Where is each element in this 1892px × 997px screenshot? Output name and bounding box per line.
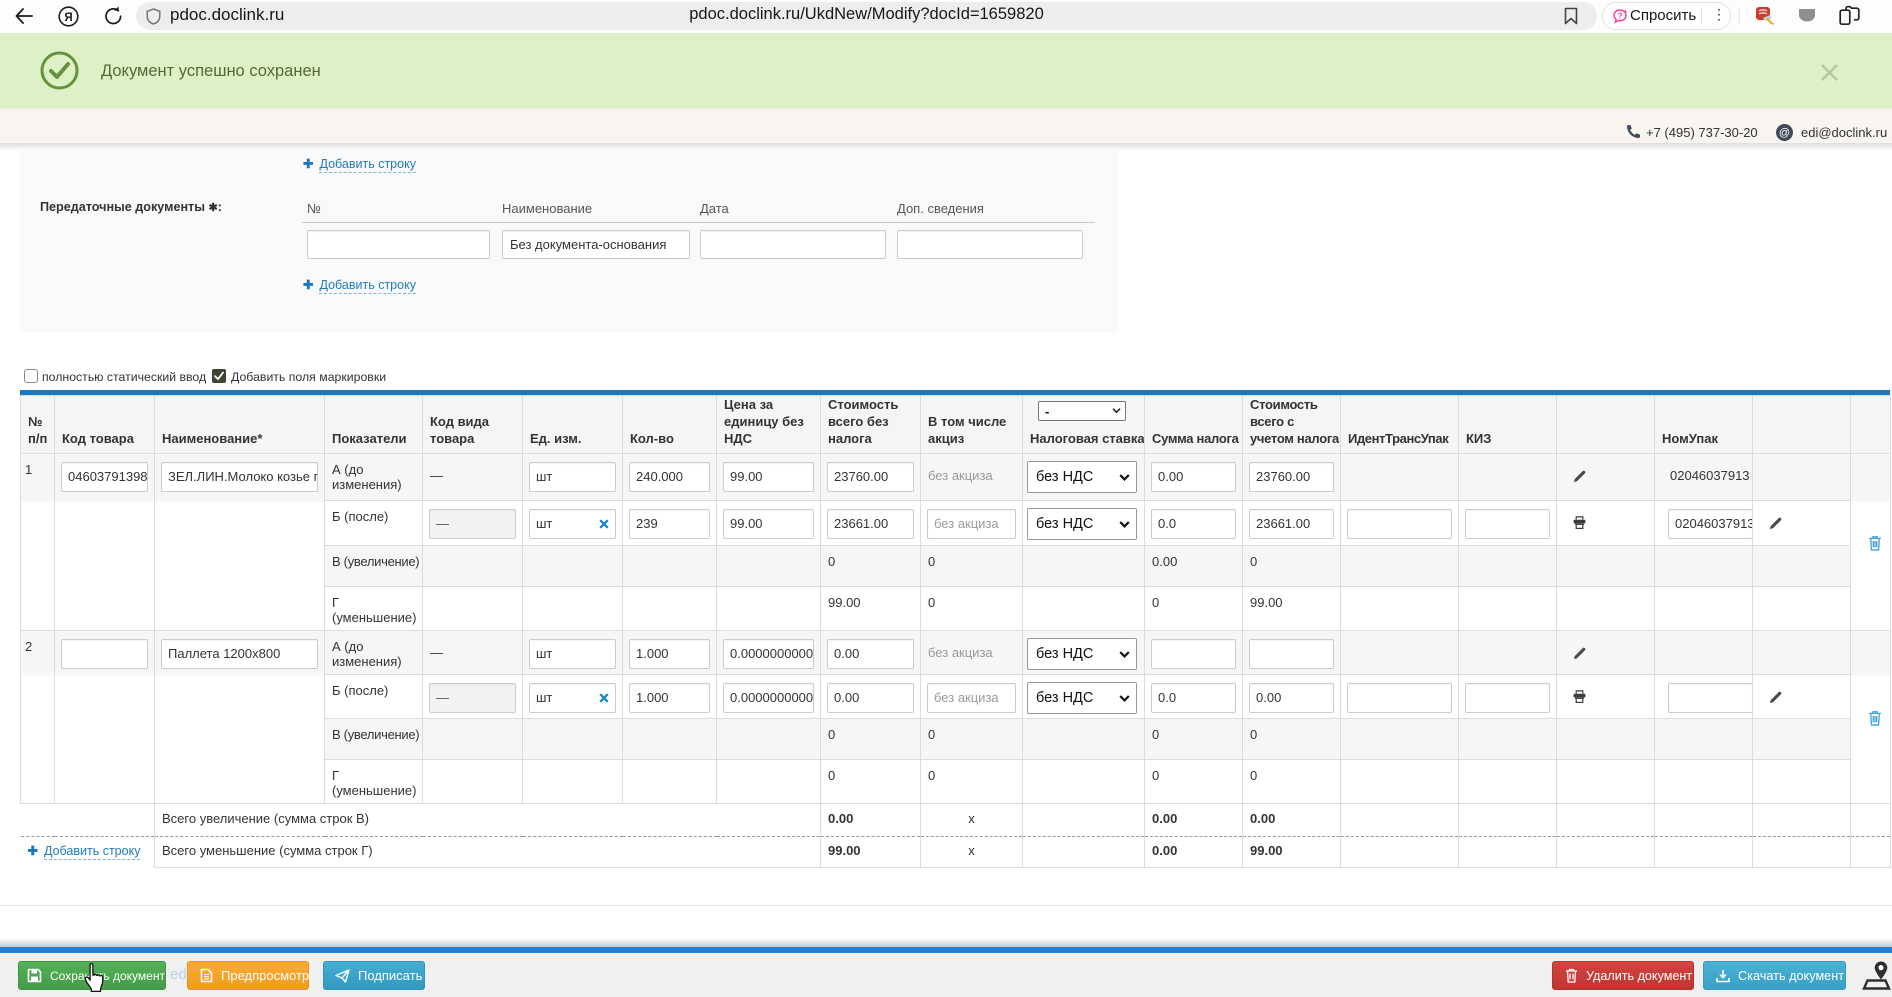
svg-text:@: @ — [1779, 127, 1790, 139]
svg-text:Я: Я — [64, 12, 72, 24]
svg-text:?: ? — [1617, 10, 1622, 20]
